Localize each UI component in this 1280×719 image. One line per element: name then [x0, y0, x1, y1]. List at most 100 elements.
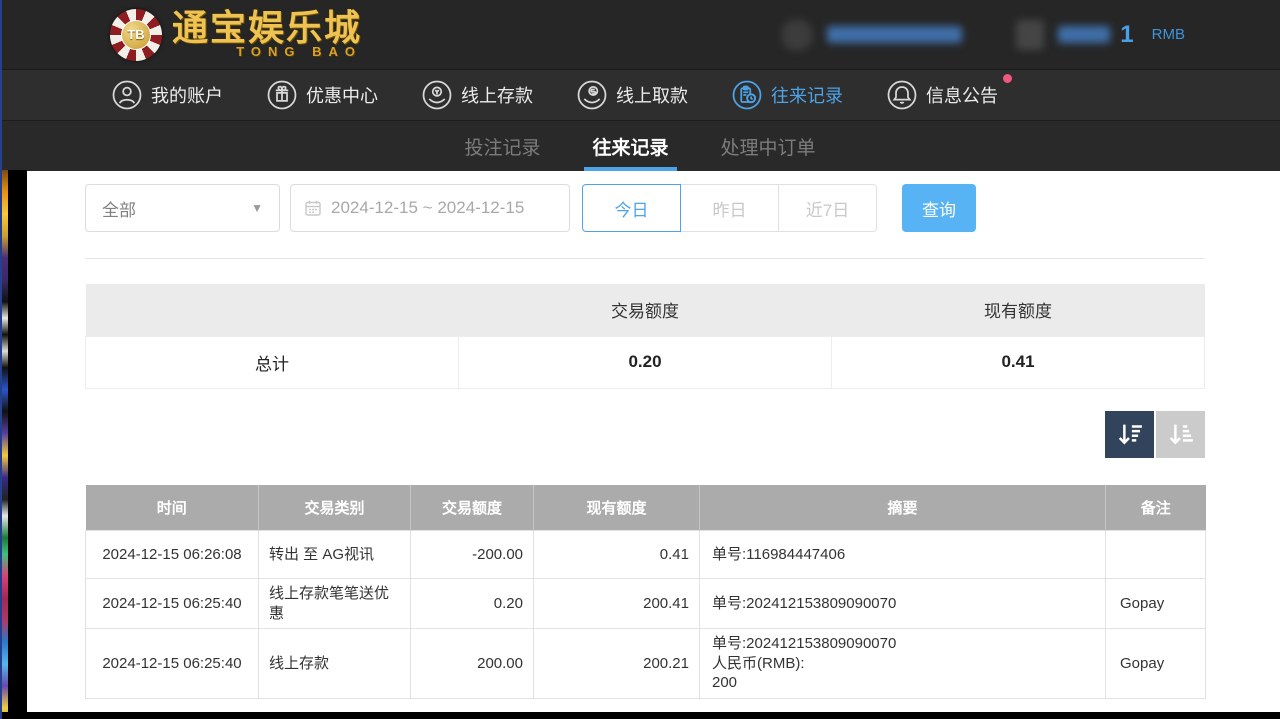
col-header-amount: 交易额度 [411, 485, 534, 531]
nav-item-promotions[interactable]: 优惠中心 [267, 80, 378, 110]
col-header-balance: 现有额度 [534, 485, 700, 531]
nav-label: 我的账户 [151, 82, 223, 108]
sort-desc-icon [1115, 419, 1145, 449]
cell-remark [1106, 531, 1206, 579]
sort-asc-icon [1166, 419, 1196, 449]
tab-processing-orders[interactable]: 处理中订单 [715, 121, 822, 171]
deposit-icon [422, 80, 452, 110]
table-header-row: 时间 交易类别 交易额度 现有额度 摘要 备注 [86, 485, 1206, 531]
top-header-bar: TB 通宝娱乐城 TONG BAO 1 RMB [0, 0, 1280, 69]
cell-time: 2024-12-15 06:25:40 [86, 629, 259, 699]
cell-summary: 单号:202412153809090070 人民币(RMB): 200 [700, 629, 1106, 699]
date-range-value: 2024-12-15 ~ 2024-12-15 [331, 198, 524, 218]
content-panel: 全部 ▼ 2024-12-15 ~ 2024-12-15 今日 昨日 近7日 查… [27, 171, 1280, 713]
tab-label: 往来记录 [592, 133, 668, 160]
gift-icon [267, 80, 297, 110]
cell-summary: 单号:116984447406 [700, 531, 1106, 579]
record-tabs-bar: 投注记录 往来记录 处理中订单 [0, 120, 1280, 171]
col-header-remark: 备注 [1106, 485, 1206, 531]
date-range-input[interactable]: 2024-12-15 ~ 2024-12-15 [290, 184, 570, 232]
main-navigation-bar: 我的账户 优惠中心 线上存款 线上取款 [0, 69, 1280, 120]
nav-item-online-withdrawal[interactable]: 线上取款 [577, 80, 688, 110]
records-icon [732, 80, 762, 110]
summary-table: 交易额度 现有额度 总计 0.20 0.41 [85, 284, 1205, 389]
cell-type: 转出 至 AG视讯 [259, 531, 411, 579]
nav-item-announcements[interactable]: 信息公告 [887, 80, 998, 110]
avatar [781, 19, 813, 51]
calendar-icon [304, 199, 322, 217]
tab-transaction-records[interactable]: 往来记录 [586, 121, 674, 171]
balance-redacted [1058, 26, 1110, 43]
cell-balance: 0.41 [534, 531, 700, 579]
filter-row: 全部 ▼ 2024-12-15 ~ 2024-12-15 今日 昨日 近7日 查… [85, 184, 1205, 232]
col-header-type: 交易类别 [259, 485, 411, 531]
user-info-area: 1 RMB [781, 19, 1185, 51]
transactions-table: 时间 交易类别 交易额度 现有额度 摘要 备注 2024-12-15 06:26… [85, 485, 1206, 699]
table-row: 2024-12-15 06:25:40 线上存款笔笔送优惠 0.20 200.4… [86, 579, 1206, 629]
brand-logo[interactable]: TB 通宝娱乐城 TONG BAO [110, 9, 362, 61]
left-black-strip [8, 170, 27, 719]
cell-time: 2024-12-15 06:25:40 [86, 579, 259, 629]
summary-header-trade: 交易额度 [459, 284, 832, 336]
col-header-time: 时间 [86, 485, 259, 531]
cell-amount: 200.00 [411, 629, 534, 699]
caret-down-icon: ▼ [251, 201, 263, 215]
nav-item-transaction-records[interactable]: 往来记录 [732, 80, 843, 110]
summary-total-balance: 0.41 [832, 336, 1205, 388]
cell-type: 线上存款 [259, 629, 411, 699]
last-7-days-button[interactable]: 近7日 [778, 184, 877, 232]
sort-controls [85, 411, 1205, 458]
cell-remark: Gopay [1106, 579, 1206, 629]
summary-header-empty [86, 284, 459, 336]
table-row: 2024-12-15 06:26:08 转出 至 AG视讯 -200.00 0.… [86, 531, 1206, 579]
cell-amount: 0.20 [411, 579, 534, 629]
wallet-icon [1016, 20, 1044, 50]
bottom-black-bar [0, 712, 1280, 719]
nav-label: 线上取款 [616, 82, 688, 108]
table-row: 2024-12-15 06:25:40 线上存款 200.00 200.21 单… [86, 629, 1206, 699]
left-edge-line [0, 0, 2, 719]
yesterday-button[interactable]: 昨日 [680, 184, 779, 232]
balance-visible-digit: 1 [1120, 23, 1133, 47]
nav-item-my-account[interactable]: 我的账户 [112, 80, 223, 110]
cell-time: 2024-12-15 06:26:08 [86, 531, 259, 579]
summary-total-trade: 0.20 [459, 336, 832, 388]
cell-amount: -200.00 [411, 531, 534, 579]
notification-dot [1003, 74, 1012, 83]
sort-ascending-button[interactable] [1156, 411, 1205, 458]
nav-label: 信息公告 [926, 82, 998, 108]
chip-monogram: TB [127, 27, 144, 42]
summary-header-row: 交易额度 现有额度 [86, 284, 1205, 336]
balance-currency: RMB [1152, 26, 1185, 43]
col-header-summary: 摘要 [700, 485, 1106, 531]
user-icon [112, 80, 142, 110]
background-peek-strip [2, 170, 8, 719]
nav-item-online-deposit[interactable]: 线上存款 [422, 80, 533, 110]
nav-label: 线上存款 [461, 82, 533, 108]
search-button[interactable]: 查询 [902, 184, 976, 232]
cell-balance: 200.41 [534, 579, 700, 629]
withdraw-icon [577, 80, 607, 110]
username-redacted [827, 26, 962, 43]
quick-date-button-group: 今日 昨日 近7日 [582, 184, 877, 232]
section-divider [85, 258, 1205, 259]
cell-summary: 单号:202412153809090070 [700, 579, 1106, 629]
brand-title: 通宝娱乐城 [172, 10, 362, 46]
cell-type: 线上存款笔笔送优惠 [259, 579, 411, 629]
cell-balance: 200.21 [534, 629, 700, 699]
summary-total-label: 总计 [86, 336, 459, 388]
tab-label: 投注记录 [464, 133, 540, 160]
bell-icon [887, 80, 917, 110]
type-select-value: 全部 [102, 196, 136, 221]
tab-label: 处理中订单 [721, 133, 816, 160]
summary-total-row: 总计 0.20 0.41 [86, 336, 1205, 388]
sort-descending-button[interactable] [1105, 411, 1154, 458]
today-button[interactable]: 今日 [582, 184, 681, 232]
nav-label: 往来记录 [771, 82, 843, 108]
casino-chip-icon: TB [110, 9, 162, 61]
tab-betting-records[interactable]: 投注记录 [458, 121, 546, 171]
brand-subtitle: TONG BAO [172, 44, 362, 59]
cell-remark: Gopay [1106, 629, 1206, 699]
nav-label: 优惠中心 [306, 82, 378, 108]
type-select[interactable]: 全部 ▼ [85, 184, 280, 232]
